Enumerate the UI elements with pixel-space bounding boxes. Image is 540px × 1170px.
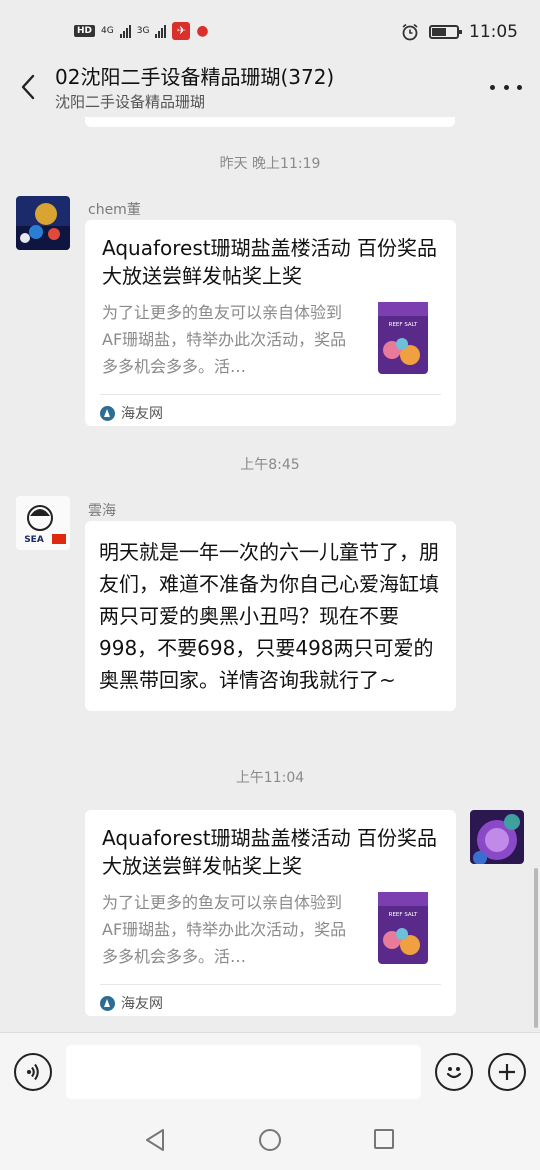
- emoji-button[interactable]: [435, 1053, 473, 1091]
- location-icon: ●: [196, 23, 209, 39]
- avatar-image: SEA: [16, 496, 70, 550]
- app-notification-icon: ✈: [172, 22, 191, 40]
- own-avatar[interactable]: [470, 810, 524, 864]
- emoji-icon: [446, 1067, 462, 1079]
- signal-3g-label: 3G: [136, 26, 150, 36]
- product-thumbnail: REEF SALT: [378, 302, 428, 374]
- more-button[interactable]: [490, 73, 522, 101]
- avatar-text: SEA: [24, 535, 44, 545]
- haiyou-logo-icon: [100, 405, 115, 421]
- haiyou-logo-icon: [100, 995, 115, 1011]
- hd-badge: HD: [74, 25, 96, 37]
- chat-message-list[interactable]: 昨天 晚上11:19 chem董 Aquaforest珊瑚盐盖楼活动 百份奖品大…: [0, 117, 540, 1032]
- sender-name: chem董: [88, 202, 141, 218]
- chat-subtitle: 沈阳二手设备精品珊瑚: [55, 93, 206, 111]
- link-card-source: 海友网: [100, 403, 163, 423]
- input-bar: [0, 1032, 540, 1112]
- timestamp: 上午8:45: [240, 457, 300, 473]
- avatar-image: [16, 196, 70, 250]
- recents-nav-button[interactable]: [373, 1128, 395, 1154]
- triangle-back-icon: [146, 1129, 164, 1151]
- link-card-title: Aquaforest珊瑚盐盖楼活动 百份奖品大放送尝鲜发帖奖上奖: [102, 826, 437, 878]
- source-name: 海友网: [121, 996, 163, 1012]
- system-navigation-bar: [0, 1112, 540, 1170]
- status-bar: HD 4G 3G ✈ ● 11:05: [0, 0, 540, 62]
- timestamp: 昨天 晚上11:19: [219, 156, 321, 172]
- back-button[interactable]: [10, 67, 46, 107]
- link-card[interactable]: Aquaforest珊瑚盐盖楼活动 百份奖品大放送尝鲜发帖奖上奖 为了让更多的鱼…: [85, 810, 456, 1016]
- signal-4g-label: 4G: [101, 26, 114, 36]
- previous-message-card[interactable]: [85, 117, 455, 127]
- clock: 11:05: [469, 22, 518, 42]
- signal-3g-icon: [155, 24, 167, 38]
- avatar[interactable]: SEA: [16, 496, 70, 550]
- message-input[interactable]: [66, 1045, 421, 1099]
- link-card-source: 海友网: [100, 993, 163, 1013]
- thumb-label: REEF SALT: [389, 912, 418, 918]
- home-nav-button[interactable]: [258, 1128, 282, 1156]
- chat-header: 02沈阳二手设备精品珊瑚(372) 沈阳二手设备精品珊瑚: [0, 55, 540, 117]
- product-thumbnail: REEF SALT: [378, 892, 428, 964]
- link-card-description: 为了让更多的鱼友可以亲自体验到AF珊瑚盐，特举办此次活动，奖品多多机会多多。活…: [102, 303, 347, 376]
- circle-home-icon: [259, 1129, 281, 1151]
- status-left: HD 4G 3G ✈ ●: [74, 22, 209, 40]
- avatar[interactable]: [16, 196, 70, 250]
- card-divider: [100, 984, 441, 985]
- square-recents-icon: [374, 1129, 394, 1149]
- scrollbar[interactable]: [534, 868, 538, 1028]
- text-message[interactable]: 明天就是一年一次的六一儿童节了，朋友们，难道不准备为你自己心爱海缸填两只可爱的奥…: [85, 521, 456, 711]
- signal-4g-icon: [119, 24, 131, 38]
- battery-icon: [429, 25, 462, 39]
- link-card[interactable]: Aquaforest珊瑚盐盖楼活动 百份奖品大放送尝鲜发帖奖上奖 为了让更多的鱼…: [85, 220, 456, 426]
- alarm-icon: [402, 23, 418, 41]
- voice-icon: [27, 1063, 39, 1081]
- plus-icon: [499, 1064, 515, 1080]
- link-card-description: 为了让更多的鱼友可以亲自体验到AF珊瑚盐，特举办此次活动，奖品多多机会多多。活…: [102, 893, 347, 966]
- timestamp: 上午11:04: [235, 770, 305, 786]
- chevron-left-icon: [21, 74, 35, 100]
- status-right: 11:05: [401, 22, 518, 42]
- back-nav-button[interactable]: [144, 1128, 166, 1156]
- source-name: 海友网: [121, 406, 163, 422]
- chat-title: 02沈阳二手设备精品珊瑚(372): [55, 65, 335, 89]
- voice-button[interactable]: [14, 1053, 52, 1091]
- card-divider: [100, 394, 441, 395]
- avatar-image: [470, 810, 524, 864]
- sender-name: 雲海: [88, 503, 116, 519]
- more-dots-icon: [490, 84, 495, 90]
- link-card-title: Aquaforest珊瑚盐盖楼活动 百份奖品大放送尝鲜发帖奖上奖: [102, 236, 437, 288]
- plus-button[interactable]: [488, 1053, 526, 1091]
- thumb-label: REEF SALT: [389, 322, 418, 328]
